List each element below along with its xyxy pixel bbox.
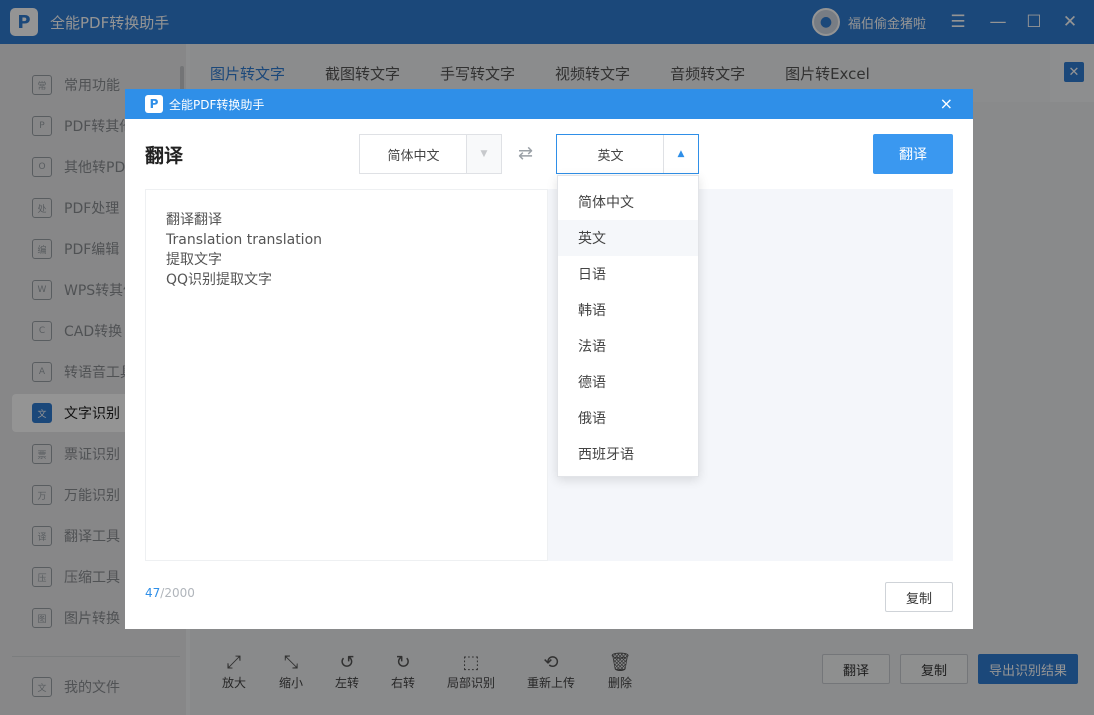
close-icon[interactable]: × bbox=[940, 94, 953, 113]
language-dropdown: 简体中文 英文 日语 韩语 法语 德语 俄语 西班牙语 bbox=[557, 175, 699, 477]
app-logo-icon: P bbox=[145, 95, 163, 113]
swap-icon[interactable]: ⇄ bbox=[518, 143, 533, 164]
char-count-current: 47 bbox=[145, 586, 161, 600]
dropdown-option-en[interactable]: 英文 bbox=[558, 220, 698, 256]
source-line: 翻译翻译 bbox=[166, 212, 222, 228]
chevron-up-icon[interactable]: ▲ bbox=[663, 135, 698, 173]
dialog-title: 翻译 bbox=[145, 145, 184, 167]
dropdown-option-ko[interactable]: 韩语 bbox=[558, 292, 698, 328]
translate-button[interactable]: 翻译 bbox=[873, 134, 953, 174]
source-line: Translation translation bbox=[166, 232, 323, 248]
target-language-value: 英文 bbox=[597, 148, 624, 164]
source-language-value: 简体中文 bbox=[387, 148, 440, 164]
copy-button[interactable]: 复制 bbox=[885, 582, 953, 612]
source-text-area[interactable]: 翻译翻译 Translation translation 提取文字 QQ识别提取… bbox=[145, 189, 548, 561]
dropdown-option-ja[interactable]: 日语 bbox=[558, 256, 698, 292]
target-language-select[interactable]: 英文 ▲ bbox=[556, 134, 699, 174]
dropdown-option-ru[interactable]: 俄语 bbox=[558, 400, 698, 436]
char-count-max: /2000 bbox=[160, 586, 195, 600]
chevron-down-icon[interactable]: ▼ bbox=[466, 135, 501, 173]
char-counter: 47/2000 bbox=[145, 586, 195, 600]
dropdown-option-fr[interactable]: 法语 bbox=[558, 328, 698, 364]
dropdown-option-es[interactable]: 西班牙语 bbox=[558, 436, 698, 472]
source-line: QQ识别提取文字 bbox=[166, 272, 273, 288]
dropdown-option-de[interactable]: 德语 bbox=[558, 364, 698, 400]
dialog-header: P 全能PDF转换助手 × bbox=[125, 89, 973, 119]
dialog-header-title: 全能PDF转换助手 bbox=[169, 97, 265, 112]
translate-dialog: P 全能PDF转换助手 × 翻译 简体中文 ▼ ⇄ 英文 ▲ 翻译 翻译翻译 T… bbox=[125, 89, 973, 629]
source-language-select[interactable]: 简体中文 ▼ bbox=[359, 134, 502, 174]
source-line: 提取文字 bbox=[166, 252, 222, 268]
dropdown-option-zh[interactable]: 简体中文 bbox=[558, 184, 698, 220]
